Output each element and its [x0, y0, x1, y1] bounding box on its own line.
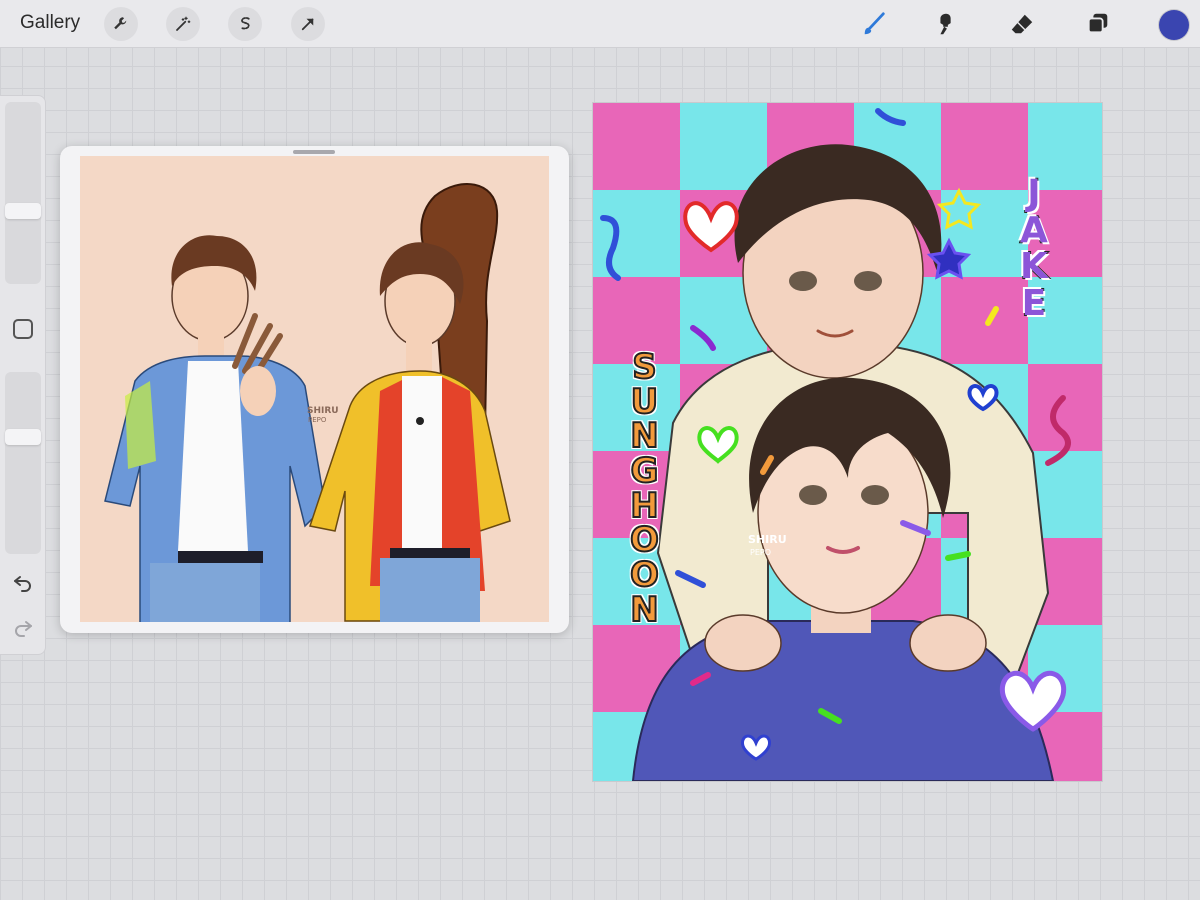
sunghoon-name-label: S U N G H O O N: [629, 347, 660, 630]
wrench-icon: [114, 17, 127, 30]
brush-size-knob[interactable]: [5, 203, 41, 219]
left-person-belt: [178, 551, 263, 563]
adjustments-button[interactable]: [166, 7, 200, 41]
left-sidebar: [0, 95, 46, 655]
actions-wrench-button[interactable]: [104, 7, 138, 41]
eraser-icon: [1011, 14, 1033, 34]
selection-s-icon: [240, 17, 250, 30]
arrow-transform-icon: [301, 18, 314, 31]
svg-text:PEPO: PEPO: [750, 548, 771, 557]
brush-size-slider[interactable]: [5, 102, 41, 284]
right-person-belt: [390, 548, 470, 558]
right-person-tshirt: [402, 376, 442, 556]
svg-text:PEPO: PEPO: [308, 416, 327, 424]
layers-button[interactable]: [1082, 8, 1114, 40]
jake-left-hand: [704, 614, 782, 672]
undo-icon: [14, 576, 31, 592]
reference-watermark: SHIRU: [307, 406, 339, 416]
top-toolbar: Gallery: [0, 0, 1200, 48]
left-person-hand: [240, 366, 276, 416]
reference-window[interactable]: SHIRU PEPO: [60, 146, 569, 633]
layers-icon: [1087, 13, 1108, 34]
gallery-button[interactable]: Gallery: [20, 12, 80, 34]
brush-icon: [864, 12, 885, 35]
reference-artwork: SHIRU PEPO: [80, 156, 549, 622]
opacity-slider[interactable]: [5, 372, 41, 554]
selection-button[interactable]: [228, 7, 262, 41]
color-picker-button[interactable]: [1159, 10, 1189, 40]
canvas-watermark: SHIRU: [748, 533, 787, 546]
jake-name-label: J A K E: [1019, 173, 1049, 325]
reference-illustration: SHIRU PEPO: [104, 183, 511, 622]
smudge-tool-button[interactable]: [930, 8, 962, 40]
left-person-jeans: [150, 563, 260, 622]
smudge-icon: [940, 13, 951, 35]
transform-button[interactable]: [291, 7, 325, 41]
jake-right-hand: [909, 614, 987, 672]
redo-icon: [15, 621, 32, 637]
redo-button[interactable]: [11, 616, 35, 640]
sunghoon-right-eye: [861, 485, 889, 505]
sunghoon-left-eye: [799, 485, 827, 505]
opacity-knob[interactable]: [5, 429, 41, 445]
jake-right-eye: [854, 271, 882, 291]
right-person-jeans: [380, 558, 480, 622]
jake-left-eye: [789, 271, 817, 291]
magic-wand-icon: [176, 16, 191, 31]
peace-pendant: [416, 417, 424, 425]
brush-tool-button[interactable]: [858, 8, 890, 40]
reference-drag-handle[interactable]: [293, 150, 335, 154]
left-person-tshirt: [178, 361, 248, 551]
undo-button[interactable]: [11, 571, 35, 595]
modify-button[interactable]: [13, 319, 33, 339]
eraser-tool-button[interactable]: [1006, 8, 1038, 40]
